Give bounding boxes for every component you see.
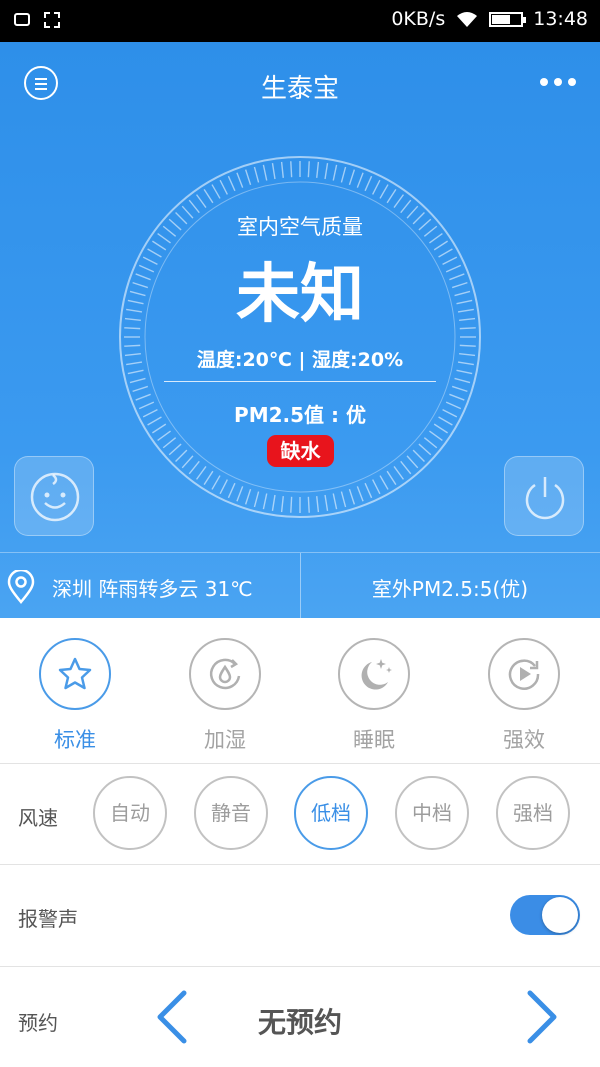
city-weather: 深圳 阵雨转多云 31℃ [52, 577, 253, 601]
network-speed: 0KB/s [391, 8, 446, 30]
humidify-icon [209, 658, 241, 690]
schedule-row: 预约 无预约 [0, 967, 600, 1067]
schedule-label: 预约 [18, 1011, 58, 1035]
star-icon [58, 657, 92, 690]
clock: 13:48 [533, 8, 588, 30]
alarm-toggle[interactable] [510, 895, 580, 935]
status-bar: 0KB/s 13:48 [0, 0, 600, 42]
dial-content: 室内空气质量 未知 温度:20℃ | 湿度:20% PM2.5值 : 优 缺水 [118, 155, 482, 519]
mode-standard[interactable]: 标准 [37, 638, 113, 754]
air-quality-value: 未知 [236, 258, 364, 332]
water-shortage-badge: 缺水 [267, 435, 334, 467]
outdoor-pm25: 室外PM2.5:5(优) [371, 577, 529, 601]
chevron-right-icon[interactable] [522, 989, 562, 1045]
mode-boost-circle [488, 638, 560, 710]
status-bar-left [14, 10, 60, 28]
power-icon [525, 477, 565, 520]
page-title: 生泰宝 [260, 74, 339, 104]
mode-sleep[interactable]: 睡眠 [336, 638, 412, 754]
indoor-pm25: PM2.5值 : 优 [234, 403, 366, 427]
schedule-value: 无预约 [257, 1006, 342, 1039]
message-icon [14, 13, 30, 26]
speed-medium-button[interactable]: 中档 [395, 776, 469, 850]
hero-panel: 生泰宝 室内空气质量 未知 温度:20℃ | 湿度:20% PM2.5值 : 优… [0, 42, 600, 619]
battery-icon [489, 11, 527, 27]
speed-low-button[interactable]: 低档 [294, 776, 368, 850]
speed-silent-button[interactable]: 静音 [194, 776, 268, 850]
baby-face-icon [30, 472, 80, 522]
mode-boost-label: 强效 [503, 728, 545, 752]
screenshot-icon [44, 12, 60, 28]
temperature-humidity: 温度:20℃ | 湿度:20% [196, 349, 404, 371]
speed-high-button[interactable]: 强档 [496, 776, 570, 850]
boost-icon [508, 659, 540, 690]
wifi-icon [457, 12, 478, 27]
speed-auto-button[interactable]: 自动 [93, 776, 167, 850]
mode-sleep-circle [338, 638, 410, 710]
alarm-label: 报警声 [18, 907, 78, 931]
weather-bar: 深圳 阵雨转多云 31℃ 室外PM2.5:5(优) [0, 552, 600, 619]
power-button[interactable] [504, 456, 584, 536]
child-lock-button[interactable] [14, 456, 94, 536]
location-pin-icon [7, 570, 35, 604]
mode-humidify[interactable]: 加湿 [187, 638, 263, 754]
mode-humidify-circle [189, 638, 261, 710]
dial-divider [164, 381, 436, 382]
more-options-button[interactable] [540, 72, 576, 92]
mode-standard-circle [39, 638, 111, 710]
fan-speed-row: 风速 自动 静音 低档 中档 强档 [0, 764, 600, 865]
air-quality-label: 室内空气质量 [237, 215, 363, 239]
status-bar-right: 0KB/s 13:48 [391, 8, 588, 30]
alarm-row: 报警声 [0, 865, 600, 967]
mode-selector: 标准 加湿 睡眠 强效 [0, 618, 600, 764]
mode-humidify-label: 加湿 [204, 728, 246, 752]
mode-standard-label: 标准 [54, 728, 96, 752]
fan-speed-label: 风速 [18, 806, 58, 830]
moon-stars-icon [361, 659, 392, 690]
chevron-left-icon[interactable] [152, 989, 192, 1045]
mode-boost[interactable]: 强效 [486, 638, 562, 754]
mode-sleep-label: 睡眠 [353, 728, 395, 752]
toggle-knob [542, 897, 578, 933]
